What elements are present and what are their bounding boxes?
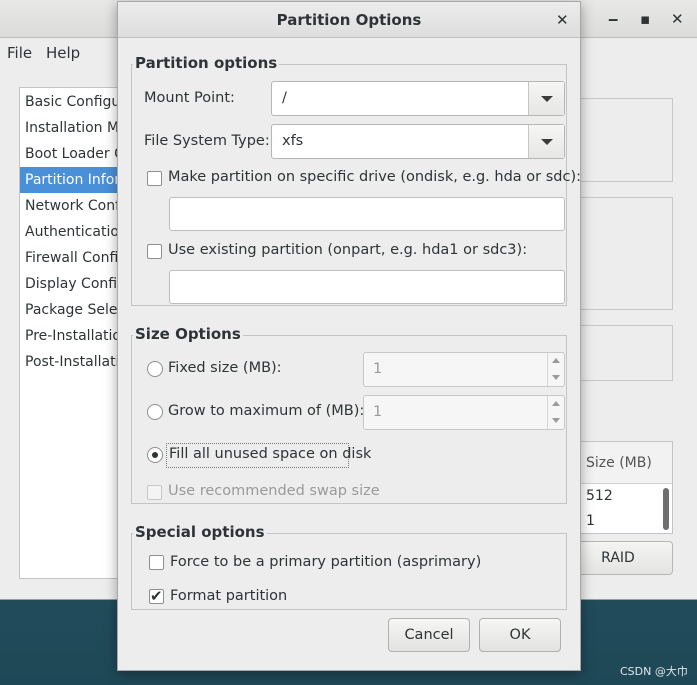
grow-max-label[interactable]: Grow to maximum of (MB): xyxy=(168,403,364,419)
onpart-field[interactable] xyxy=(169,270,565,304)
mount-point-combo[interactable]: / xyxy=(271,81,565,116)
partition-options-dialog: Partition Options ✕ Partition options Mo… xyxy=(117,1,581,671)
menu-file[interactable]: File xyxy=(7,44,32,62)
primary-label[interactable]: Force to be a primary partition (asprima… xyxy=(170,554,481,570)
table-header-size[interactable]: Size (MB) xyxy=(577,442,672,484)
grow-max-spinbox[interactable]: 1 xyxy=(363,395,565,430)
chevron-down-icon[interactable] xyxy=(552,418,560,423)
sidebar-item[interactable]: Authentication xyxy=(20,219,128,245)
checkmark-icon: ✔ xyxy=(150,587,163,605)
fixed-size-label[interactable]: Fixed size (MB): xyxy=(168,360,282,376)
grow-max-value: 1 xyxy=(373,404,383,420)
swap-checkbox[interactable] xyxy=(147,485,162,500)
cancel-button[interactable]: Cancel xyxy=(388,618,470,652)
fixed-size-stepper[interactable] xyxy=(547,353,564,386)
sidebar-item[interactable]: Display Configuration xyxy=(20,271,128,297)
swap-label[interactable]: Use recommended swap size xyxy=(168,483,380,499)
fixed-size-spinbox[interactable]: 1 xyxy=(363,352,565,387)
sidebar-item[interactable]: Network Configuration xyxy=(20,193,128,219)
background-panel xyxy=(576,325,673,381)
fs-type-value: xfs xyxy=(282,133,304,149)
table-cell[interactable]: 512 xyxy=(577,484,672,509)
fill-disk-radio[interactable] xyxy=(147,447,163,463)
sidebar-item[interactable]: Package Selection xyxy=(20,297,128,323)
sidebar-item[interactable]: Pre-Installation Script xyxy=(20,323,128,349)
ok-button[interactable]: OK xyxy=(479,618,561,652)
grow-max-radio[interactable] xyxy=(147,404,163,420)
mount-point-dropdown-button[interactable] xyxy=(528,82,564,115)
sidebar-item[interactable]: Firewall Configuration xyxy=(20,245,128,271)
menu-help[interactable]: Help xyxy=(46,44,80,62)
table-cell[interactable]: 1 xyxy=(577,509,672,534)
mount-point-value[interactable]: / xyxy=(282,90,287,106)
background-panel xyxy=(576,197,673,310)
ondisk-label[interactable]: Make partition on specific drive (ondisk… xyxy=(168,169,581,185)
onpart-checkbox[interactable] xyxy=(147,244,162,259)
fixed-size-radio[interactable] xyxy=(147,361,163,377)
minimize-icon[interactable]: ‒ xyxy=(608,10,618,28)
size-options-title: Size Options xyxy=(133,325,243,343)
sidebar-list: Basic ConfigurationInstallation MethodBo… xyxy=(19,87,129,579)
partition-options-title: Partition options xyxy=(133,54,280,72)
table-scrollbar[interactable] xyxy=(663,488,669,530)
mount-point-label: Mount Point: xyxy=(144,90,235,106)
format-checkbox[interactable]: ✔ xyxy=(149,587,164,605)
fs-type-dropdown-button[interactable] xyxy=(528,125,564,158)
sidebar-item[interactable]: Basic Configuration xyxy=(20,89,128,115)
onpart-label[interactable]: Use existing partition (onpart, e.g. hda… xyxy=(168,242,527,258)
chevron-down-icon xyxy=(541,139,553,145)
format-label[interactable]: Format partition xyxy=(170,588,287,604)
chevron-up-icon[interactable] xyxy=(552,401,560,406)
ondisk-checkbox[interactable] xyxy=(147,171,162,186)
radio-selected-dot xyxy=(152,452,158,458)
close-icon[interactable]: ✕ xyxy=(671,10,684,28)
chevron-down-icon xyxy=(541,96,553,102)
dialog-titlebar: Partition Options ✕ xyxy=(118,2,580,38)
partition-table: Size (MB) 512 1 xyxy=(576,441,673,534)
sidebar-item[interactable]: Installation Method xyxy=(20,115,128,141)
grow-max-stepper[interactable] xyxy=(547,396,564,429)
primary-checkbox[interactable] xyxy=(149,555,164,570)
watermark: CSDN @大巾 xyxy=(620,665,688,678)
dialog-title: Partition Options xyxy=(276,11,422,29)
sidebar-item[interactable]: Partition Information xyxy=(20,167,128,193)
maximize-icon[interactable]: ▪ xyxy=(640,10,650,28)
chevron-up-icon[interactable] xyxy=(552,358,560,363)
sidebar-item[interactable]: Post-Installation Script xyxy=(20,349,128,375)
chevron-down-icon[interactable] xyxy=(552,375,560,380)
fs-type-label: File System Type: xyxy=(144,133,270,149)
sidebar-item[interactable]: Boot Loader Options xyxy=(20,141,128,167)
special-options-title: Special options xyxy=(133,523,267,541)
background-panel xyxy=(576,98,673,182)
ondisk-field[interactable] xyxy=(169,197,565,231)
close-icon[interactable]: ✕ xyxy=(556,11,569,29)
fixed-size-value: 1 xyxy=(373,361,383,377)
fill-disk-label[interactable]: Fill all unused space on disk xyxy=(169,446,371,462)
fs-type-combo[interactable]: xfs xyxy=(271,124,565,159)
